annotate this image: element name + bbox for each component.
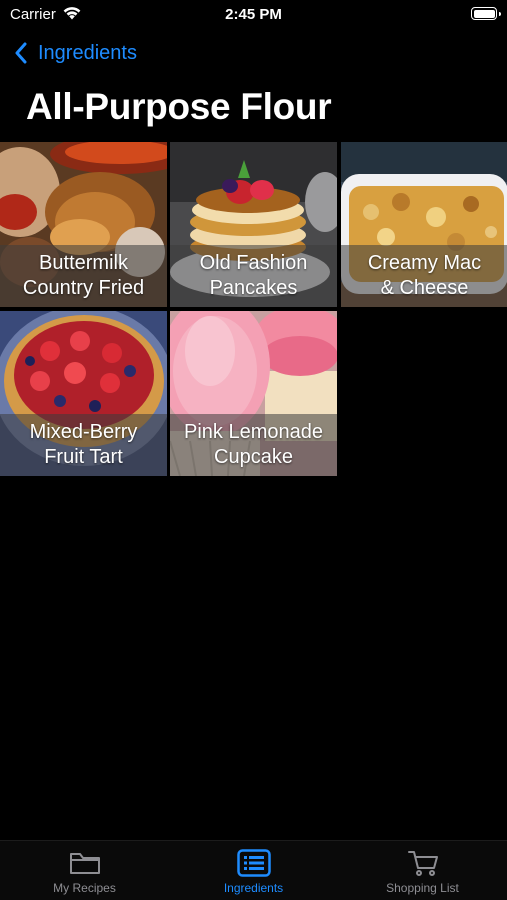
- recipe-name: Mixed-Berry Fruit Tart: [29, 421, 138, 468]
- list-icon: [236, 849, 271, 877]
- recipe-caption: Mixed-Berry Fruit Tart: [0, 414, 167, 476]
- chevron-left-icon: [15, 42, 27, 64]
- recipe-caption: Pink Lemonade Cupcake: [170, 414, 337, 476]
- recipe-name: Creamy Mac & Cheese: [367, 252, 482, 299]
- recipe-caption: Old Fashion Pancakes: [170, 245, 337, 307]
- recipe-name: Old Fashion Pancakes: [199, 252, 308, 299]
- tab-my-recipes[interactable]: My Recipes: [0, 849, 169, 895]
- clock: 2:45 PM: [225, 6, 282, 23]
- recipe-tile-mixed-berry-fruit-tart[interactable]: Mixed-Berry Fruit Tart: [0, 311, 167, 476]
- recipe-name: Buttermilk Country Fried: [22, 252, 145, 299]
- recipe-caption: Creamy Mac & Cheese: [341, 245, 507, 307]
- recipe-tile-old-fashion-pancakes[interactable]: Old Fashion Pancakes: [170, 142, 337, 307]
- back-button[interactable]: Ingredients: [14, 38, 137, 68]
- battery-icon: [471, 7, 501, 20]
- tab-label: My Recipes: [53, 881, 116, 895]
- recipe-tile-buttermilk-country-fried[interactable]: Buttermilk Country Fried: [0, 142, 167, 307]
- cart-icon: [407, 851, 438, 876]
- status-bar: Carrier 2:45 PM: [0, 0, 507, 30]
- tab-bar: My Recipes Ingredients Shopping List: [0, 840, 507, 900]
- page-title: All-Purpose Flour: [26, 86, 332, 127]
- tab-label: Shopping List: [386, 881, 459, 895]
- tab-shopping-list[interactable]: Shopping List: [338, 849, 507, 895]
- folder-icon: [69, 853, 100, 874]
- back-button-label: Ingredients: [38, 41, 137, 64]
- tab-label: Ingredients: [223, 881, 284, 895]
- recipe-caption: Buttermilk Country Fried: [0, 245, 167, 307]
- recipe-name: Pink Lemonade Cupcake: [184, 421, 323, 468]
- recipe-tile-pink-lemonade-cupcake[interactable]: Pink Lemonade Cupcake: [170, 311, 337, 476]
- tab-ingredients[interactable]: Ingredients: [169, 849, 338, 895]
- recipe-tile-creamy-mac-cheese[interactable]: Creamy Mac & Cheese: [341, 142, 507, 307]
